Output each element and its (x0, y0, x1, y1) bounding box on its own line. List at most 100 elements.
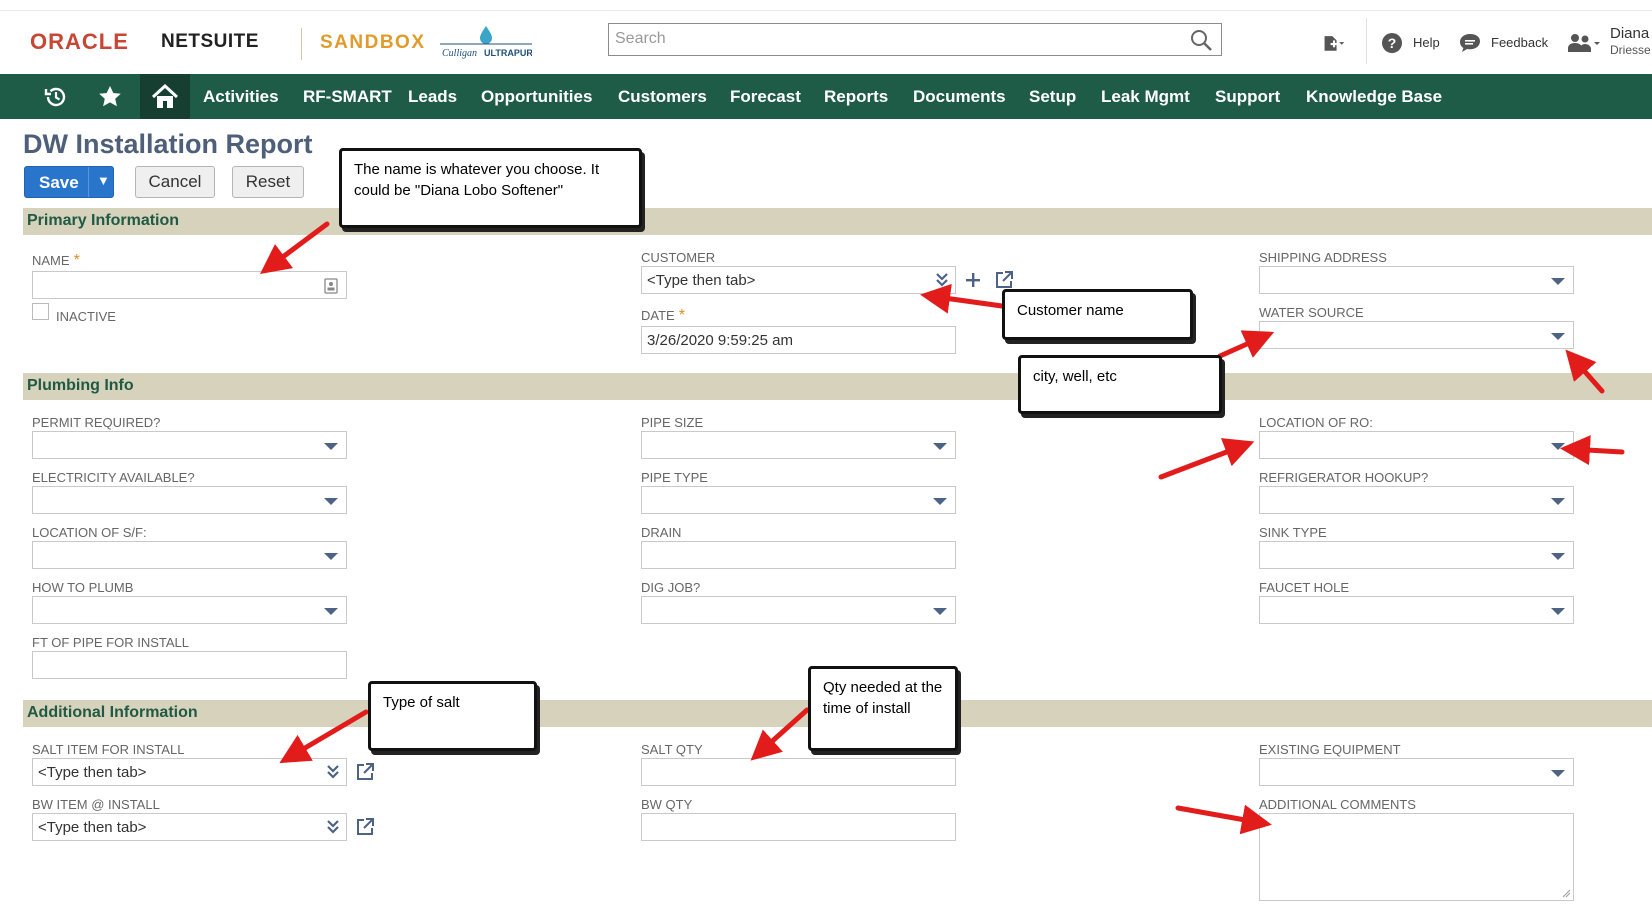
additional-comments-textarea[interactable] (1259, 813, 1574, 901)
top-border (0, 0, 1652, 11)
location-ro-label: LOCATION OF RO: (1259, 415, 1373, 430)
dig-job-select[interactable] (641, 596, 956, 624)
add-customer-plus-icon[interactable] (963, 270, 983, 290)
electricity-available-select[interactable] (32, 486, 347, 514)
how-to-plumb-select[interactable] (32, 596, 347, 624)
save-dropdown-arrow-icon[interactable]: ▼ (97, 173, 110, 188)
dig-job-label: DIG JOB? (641, 580, 701, 595)
recent-records-icon[interactable] (36, 74, 76, 119)
bw-qty-field[interactable] (641, 813, 956, 841)
nav-rf-smart[interactable]: RF-SMART (303, 74, 392, 119)
open-record-icon[interactable] (355, 817, 375, 837)
create-new-icon[interactable] (1322, 31, 1346, 55)
home-icon[interactable] (140, 74, 190, 119)
save-split-divider (88, 167, 89, 197)
existing-equipment-label: EXISTING EQUIPMENT (1259, 742, 1401, 757)
customer-label: CUSTOMER (641, 250, 716, 265)
dropdown-arrow-icon (933, 498, 947, 505)
open-record-icon[interactable] (994, 270, 1014, 290)
salt-item-field[interactable]: <Type then tab> (32, 758, 347, 786)
double-chevron-down-icon[interactable] (935, 272, 949, 288)
faucet-hole-select[interactable] (1259, 596, 1574, 624)
permit-required-select[interactable] (32, 431, 347, 459)
refrigerator-hookup-select[interactable] (1259, 486, 1574, 514)
reset-button[interactable]: Reset (232, 166, 304, 198)
nav-documents[interactable]: Documents (913, 74, 1006, 119)
arrow-to-ro-dropdown (1560, 435, 1625, 466)
callout-water-note: city, well, etc (1018, 355, 1222, 414)
location-ro-select[interactable] (1259, 431, 1574, 459)
bw-qty-label: BW QTY (641, 797, 693, 812)
double-chevron-down-icon[interactable] (326, 819, 340, 835)
callout-salt-note: Type of salt (368, 681, 537, 751)
location-sf-select[interactable] (32, 541, 347, 569)
id-card-icon[interactable] (324, 278, 338, 294)
feedback-icon[interactable] (1458, 31, 1482, 55)
cancel-button[interactable]: Cancel (135, 166, 215, 198)
nav-knowledge-base[interactable]: Knowledge Base (1306, 74, 1442, 119)
name-field[interactable] (32, 271, 347, 299)
section-title: Primary Information (27, 212, 180, 229)
customer-value: <Type then tab> (647, 272, 756, 289)
salt-qty-field[interactable] (641, 758, 956, 786)
water-source-select[interactable] (1259, 321, 1574, 349)
dropdown-arrow-icon (1551, 770, 1565, 777)
inactive-checkbox[interactable] (32, 303, 49, 320)
ft-of-pipe-field[interactable] (32, 651, 347, 679)
help-icon[interactable]: ? (1380, 31, 1404, 55)
global-search[interactable] (608, 23, 1222, 56)
svg-text:ULTRAPURE: ULTRAPURE (484, 48, 532, 58)
user-company: Driesse (1610, 43, 1651, 57)
shipping-address-label: SHIPPING ADDRESS (1259, 250, 1387, 265)
section-title: Plumbing Info (27, 377, 134, 394)
date-value: 3/26/2020 9:59:25 am (647, 332, 793, 349)
pipe-size-select[interactable] (641, 431, 956, 459)
open-record-icon[interactable] (355, 762, 375, 782)
dropdown-arrow-icon (324, 553, 338, 560)
nav-reports[interactable]: Reports (824, 74, 888, 119)
user-name[interactable]: Diana (1610, 25, 1649, 42)
nav-activities[interactable]: Activities (203, 74, 279, 119)
nav-forecast[interactable]: Forecast (730, 74, 801, 119)
salt-item-value: <Type then tab> (38, 764, 147, 781)
double-chevron-down-icon[interactable] (326, 764, 340, 780)
oracle-logo[interactable]: ORACLE (30, 29, 129, 55)
logo-divider (301, 28, 302, 60)
pipe-type-select[interactable] (641, 486, 956, 514)
pipe-type-label: PIPE TYPE (641, 470, 708, 485)
save-button[interactable]: Save ▼ (24, 166, 114, 198)
section-primary-information[interactable]: Primary Information (23, 208, 1652, 235)
bw-item-field[interactable]: <Type then tab> (32, 813, 347, 841)
nav-customers[interactable]: Customers (618, 74, 707, 119)
nav-support[interactable]: Support (1215, 74, 1280, 119)
shipping-address-select[interactable] (1259, 266, 1574, 294)
section-plumbing-info[interactable]: Plumbing Info (23, 373, 1652, 400)
search-icon[interactable] (1189, 28, 1213, 52)
sink-type-select[interactable] (1259, 541, 1574, 569)
nav-leads[interactable]: Leads (408, 74, 457, 119)
bw-item-label: BW ITEM @ INSTALL (32, 797, 160, 812)
customer-field[interactable]: <Type then tab> (641, 266, 956, 294)
feedback-link[interactable]: Feedback (1491, 35, 1548, 50)
header-separator (1366, 18, 1367, 64)
nav-opportunities[interactable]: Opportunities (481, 74, 592, 119)
help-link[interactable]: Help (1413, 35, 1440, 50)
drain-field[interactable] (641, 541, 956, 569)
arrow-to-comments (1175, 804, 1272, 835)
dropdown-arrow-icon (1551, 553, 1565, 560)
permit-required-label: PERMIT REQUIRED? (32, 415, 161, 430)
nav-setup[interactable]: Setup (1029, 74, 1076, 119)
pipe-size-label: PIPE SIZE (641, 415, 704, 430)
arrow-to-location-ro (1158, 438, 1255, 480)
callout-name-note: The name is whatever you choose. It coul… (339, 148, 642, 228)
favorites-star-icon[interactable] (90, 74, 130, 119)
required-asterisk-icon: * (73, 252, 80, 269)
netsuite-logo[interactable]: NETSUITE (161, 31, 259, 53)
search-input[interactable] (609, 24, 1181, 54)
existing-equipment-select[interactable] (1259, 758, 1574, 786)
location-sf-label: LOCATION OF S/F: (32, 525, 147, 540)
nav-leak-mgmt[interactable]: Leak Mgmt (1101, 74, 1190, 119)
user-menu-icon[interactable] (1566, 31, 1602, 55)
date-field[interactable]: 3/26/2020 9:59:25 am (641, 326, 956, 354)
resize-handle-icon[interactable] (1561, 888, 1571, 898)
